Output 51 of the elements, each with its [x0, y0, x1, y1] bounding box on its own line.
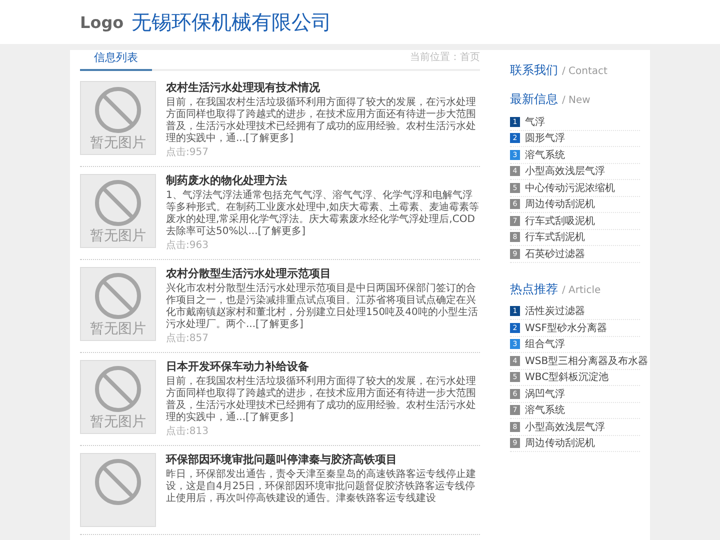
article-title[interactable]: 农村生活污水处理现有技术情况: [166, 81, 480, 95]
list-link[interactable]: WSB型三相分离器及布水器: [525, 354, 648, 368]
no-image-text: 暂无图片: [90, 320, 146, 338]
info-list-tab[interactable]: 信息列表: [80, 50, 152, 71]
section-title: 最新信息: [510, 91, 558, 108]
article-summary: 兴化市农村分散型生活污水处理示范项目是中日两国环保部门签订的合作项目之一，也是污染减排重点试点项目。江苏省将项目试点确定在兴化市戴南镇赵家村和董北村，分别建立日处理150吨及40吨的小型生活污水处理厂。两个...[了解更多]: [166, 283, 479, 331]
list-link[interactable]: 小型高效浅层气浮: [525, 164, 605, 178]
no-image-icon: [94, 86, 142, 134]
list-link[interactable]: 活性炭过滤器: [525, 304, 585, 318]
section-subtitle: / New: [562, 95, 590, 106]
click-count: 点击:813: [166, 426, 210, 438]
company-name: 无锡环保机械有限公司: [132, 8, 332, 36]
article-title[interactable]: 日本开发环保车动力补给设备: [166, 360, 480, 374]
no-image-icon: [94, 272, 142, 320]
list-link[interactable]: 涡凹气浮: [525, 386, 565, 401]
no-image-text: 暂无图片: [90, 413, 146, 431]
no-image-icon: [94, 179, 142, 227]
list-link[interactable]: 石英砂过滤器: [525, 246, 585, 261]
list-link[interactable]: 圆形气浮: [525, 131, 565, 146]
no-image-text: 暂无图片: [90, 134, 146, 152]
article-summary: 目前，在我国农村生活垃圾循环利用方面得了较大的发展，在污水处理方面同样也取得了跨越式的进步，在技术应用方面还有待进一步大范围普及，生活污水处理技术已经拥有了成功的应用经验。农村生活污水处理的实践中，通...[了解更多]: [166, 97, 477, 145]
article-summary: 1、气浮法气浮法通常包括充气气浮、溶气气浮、化学气浮和电解气浮等多种形式。在制药工业废水处理中,如庆大霉素、土霉素、麦迪霉素等废水的处理,常采用化学气浮法。庆大霉素废水经化学气浮处理后,COD去除率可达50%以...[了解更多]: [166, 190, 480, 238]
click-count: 点击:957: [166, 147, 210, 159]
list-link[interactable]: 行车式刮吸泥机: [525, 214, 595, 228]
section-subtitle: / Contact: [562, 66, 608, 77]
list-link[interactable]: 行车式刮泥机: [525, 230, 585, 244]
no-image-text: 暂无图片: [90, 227, 146, 245]
no-image-icon: [94, 458, 142, 506]
section-title[interactable]: 联系我们: [510, 62, 558, 79]
list-link[interactable]: 周边传动刮泥机: [525, 436, 595, 450]
article-title[interactable]: 制药废水的物化处理方法: [166, 174, 480, 188]
list-link[interactable]: 小型高效浅层气浮: [525, 420, 605, 434]
article-title[interactable]: 农村分散型生活污水处理示范项目: [166, 267, 480, 281]
no-image-icon: [94, 365, 142, 413]
list-link[interactable]: 溶气系统: [525, 148, 565, 162]
list-link[interactable]: WSF型砂水分离器: [525, 320, 607, 335]
breadcrumb: 当前位置：首页: [410, 50, 480, 65]
list-link[interactable]: 中心传动污泥浓缩机: [525, 180, 615, 195]
article-summary: 昨日，环保部发出通告，责令天津至秦皇岛的高速铁路客运专线停止建设，这是自4月25日，环保部因环境审批问题督促胶济铁路客运专线停止使用后，再次叫停高铁建设的通告。津秦铁路客运专线建设: [166, 469, 477, 505]
section-subtitle: / Article: [562, 284, 601, 296]
list-link[interactable]: 周边传动刮泥机: [525, 197, 595, 212]
list-link[interactable]: WBC型斜板沉淀池: [525, 370, 609, 384]
list-link[interactable]: 气浮: [525, 114, 545, 129]
click-count: 点击:857: [166, 333, 210, 345]
article-summary: 目前，在我国农村生活垃圾循环利用方面得了较大的发展，在污水处理方面同样也取得了跨越式的进步，在技术应用方面还有待进一步大范围普及，生活污水处理技术已经拥有了成功的应用经验。农村生活污水处理的实践中，通...[了解更多]: [166, 376, 477, 424]
article-title[interactable]: 环保部因环境审批问题叫停津秦与胶济高铁项目: [166, 453, 480, 467]
click-count: 点击:963: [166, 240, 210, 252]
list-link[interactable]: 溶气系统: [525, 403, 565, 418]
list-link[interactable]: 组合气浮: [525, 337, 565, 352]
logo: Logo: [80, 12, 124, 32]
section-title: 热点推荐: [510, 280, 558, 298]
